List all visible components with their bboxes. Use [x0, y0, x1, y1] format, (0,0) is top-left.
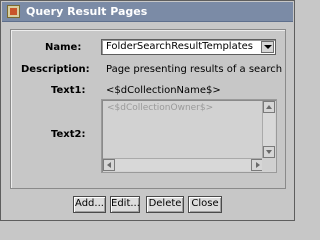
app-icon: [7, 5, 20, 18]
close-button[interactable]: Close: [188, 196, 222, 213]
description-value: Page presenting results of a search: [106, 64, 283, 75]
arrow-up-icon: [266, 105, 272, 109]
description-label: Description:: [21, 64, 90, 75]
edit-button[interactable]: Edit...: [110, 196, 140, 213]
query-result-pages-dialog: Query Result Pages Name: FolderSearchRes…: [0, 0, 295, 221]
arrow-down-icon: [266, 150, 272, 154]
dropdown-arrow-button[interactable]: [261, 41, 274, 53]
scroll-left-button[interactable]: [103, 159, 115, 171]
text2-value: <$dCollectionOwner$>: [107, 103, 214, 113]
chevron-down-icon: [264, 45, 272, 49]
arrow-right-icon: [256, 162, 260, 168]
add-button[interactable]: Add...: [73, 196, 106, 213]
text2-textarea[interactable]: <$dCollectionOwner$>: [101, 99, 277, 173]
scrollbar-corner: [262, 158, 275, 171]
name-dropdown[interactable]: FolderSearchResultTemplates: [101, 39, 276, 55]
delete-button[interactable]: Delete: [146, 196, 184, 213]
title-bar[interactable]: Query Result Pages: [2, 2, 293, 22]
text1-value: <$dCollectionName$>: [106, 85, 221, 96]
vertical-scrollbar[interactable]: [262, 101, 275, 158]
name-label: Name:: [45, 42, 82, 53]
scroll-down-button[interactable]: [263, 146, 275, 158]
scroll-up-button[interactable]: [263, 101, 275, 113]
name-dropdown-value: FolderSearchResultTemplates: [106, 41, 253, 52]
text2-label: Text2:: [51, 129, 86, 140]
arrow-left-icon: [107, 162, 111, 168]
text1-label: Text1:: [51, 85, 86, 96]
horizontal-scrollbar[interactable]: [103, 158, 263, 171]
window-title: Query Result Pages: [26, 5, 148, 18]
